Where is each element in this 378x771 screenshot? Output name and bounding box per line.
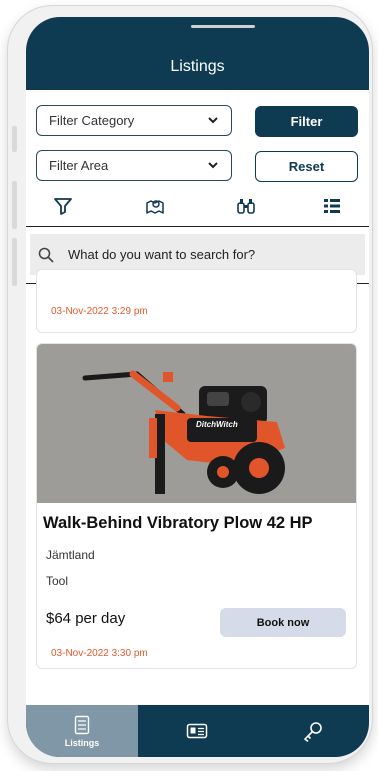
listing-date: 03-Nov-2022 3:30 pm (51, 648, 148, 659)
category-select-label: Filter Category (49, 113, 135, 128)
brand-logo-text: DitchWitch (196, 420, 238, 429)
filter-icon[interactable] (52, 195, 74, 217)
app-screen: Listings Filter Category Filter Filter A… (26, 17, 369, 757)
chevron-down-icon (208, 162, 218, 169)
listing-card[interactable]: DitchWitch Walk-Behind Vibratory Plow 42… (36, 343, 357, 669)
key-icon (303, 722, 322, 742)
tab-profile[interactable] (138, 705, 256, 757)
list-icon[interactable] (321, 195, 343, 217)
page-title: Listings (170, 58, 225, 75)
map-pin-icon[interactable] (144, 195, 166, 217)
id-card-icon (186, 723, 208, 739)
view-toggle-bar (26, 195, 369, 223)
listing-doc-icon (74, 715, 90, 734)
mute-switch (12, 126, 17, 152)
app-header: Listings (26, 17, 369, 90)
divider (26, 226, 369, 227)
reset-button[interactable]: Reset (255, 151, 358, 182)
volume-up-button (12, 181, 17, 229)
listing-price: $64 per day (46, 610, 126, 627)
speaker-notch (191, 25, 255, 28)
chevron-down-icon (208, 117, 218, 124)
tab-listings[interactable]: Listings (26, 705, 138, 757)
area-select[interactable]: Filter Area (36, 150, 232, 181)
area-select-label: Filter Area (49, 158, 109, 173)
search-icon (38, 247, 54, 263)
listing-date: 03-Nov-2022 3:29 pm (51, 306, 148, 317)
filter-button[interactable]: Filter (255, 106, 358, 137)
listing-category: Tool (46, 574, 69, 588)
category-select[interactable]: Filter Category (36, 105, 232, 136)
listing-area: Jämtland (46, 548, 95, 562)
listing-card[interactable]: 03-Nov-2022 3:29 pm (36, 269, 357, 333)
book-now-button[interactable]: Book now (220, 608, 346, 637)
tab-label: Listings (64, 737, 100, 748)
volume-down-button (12, 238, 17, 286)
binoculars-icon[interactable] (235, 195, 257, 217)
tab-settings[interactable] (256, 705, 369, 757)
listing-photo: DitchWitch (37, 344, 356, 503)
listing-title[interactable]: Walk-Behind Vibratory Plow 42 HP (43, 514, 313, 533)
search-input[interactable]: What do you want to search for? (68, 247, 255, 262)
bottom-tab-bar: Listings (26, 705, 369, 757)
